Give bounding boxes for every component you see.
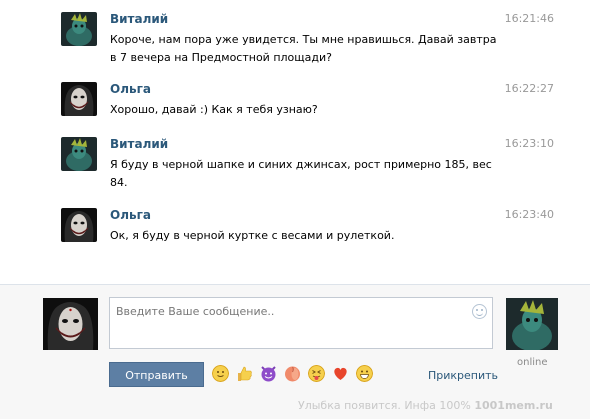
red-heart-icon[interactable] <box>332 365 349 382</box>
attach-link[interactable]: Прикрепить <box>428 369 498 382</box>
avatar[interactable] <box>61 137 97 171</box>
message-line: Ок, я буду в черной куртке с весами и ру… <box>110 229 395 242</box>
message-timestamp: 16:22:27 <box>504 82 554 95</box>
message-text: Я буду в черной шапке и синих джинсах, р… <box>110 156 520 192</box>
message-text: Ок, я буду в черной куртке с весами и ру… <box>110 227 510 245</box>
message-line: Короче, нам пора уже увидется. Ты мне нр… <box>110 33 497 46</box>
slightly-smiling-face-icon[interactable] <box>212 365 229 382</box>
thumbs-up-icon[interactable] <box>236 365 253 382</box>
send-button[interactable]: Отправить <box>109 362 204 387</box>
message-timestamp: 16:21:46 <box>504 12 554 25</box>
message-sender-link[interactable]: Ольга <box>110 82 151 96</box>
message-timestamp: 16:23:40 <box>504 208 554 221</box>
message-item: Ольга 16:23:40 Ок, я буду в черной куртк… <box>61 208 571 248</box>
message-line: Я буду в черной шапке и синих джинсах, р… <box>110 158 492 171</box>
message-sender-link[interactable]: Виталий <box>110 12 168 26</box>
smiling-imp-icon[interactable] <box>260 365 277 382</box>
message-item: Виталий 16:23:10 Я буду в черной шапке и… <box>61 137 571 189</box>
message-input[interactable]: Введите Ваше сообщение.. <box>109 297 493 349</box>
message-item: Ольга 16:22:27 Хорошо, давай :) Как я те… <box>61 82 571 122</box>
avatar[interactable] <box>61 12 97 46</box>
watermark-brand: 1001mem.ru <box>474 399 553 412</box>
message-line: в 7 вечера на Предмостной площади? <box>110 51 332 64</box>
message-line: 84. <box>110 176 128 189</box>
my-avatar[interactable] <box>43 298 98 350</box>
watermark-text: Улыбка появится. Инфа 100% <box>298 399 471 412</box>
grinning-face-icon[interactable] <box>356 365 373 382</box>
message-text: Хорошо, давай :) Как я тебя узнаю? <box>110 101 510 119</box>
squinting-tongue-face-icon[interactable] <box>308 365 325 382</box>
avatar[interactable] <box>61 82 97 116</box>
message-line: Хорошо, давай :) Как я тебя узнаю? <box>110 103 318 116</box>
emoji-picker-icon[interactable] <box>472 304 487 319</box>
message-sender-link[interactable]: Виталий <box>110 137 168 151</box>
peer-avatar[interactable] <box>506 298 558 350</box>
online-status: online <box>517 357 548 368</box>
message-history: Виталий 16:21:46 Короче, нам пора уже ув… <box>0 0 590 284</box>
avatar[interactable] <box>61 208 97 242</box>
message-sender-link[interactable]: Ольга <box>110 208 151 222</box>
message-input-placeholder: Введите Ваше сообщение.. <box>116 305 275 318</box>
message-text: Короче, нам пора уже увидется. Ты мне нр… <box>110 31 520 67</box>
message-item: Виталий 16:21:46 Короче, нам пора уже ув… <box>61 12 571 64</box>
watermark: Улыбка появится. Инфа 100% 1001mem.ru <box>298 399 553 412</box>
peach-icon[interactable] <box>284 365 301 382</box>
message-composer: Введите Ваше сообщение.. online Отправит… <box>0 284 590 419</box>
message-timestamp: 16:23:10 <box>504 137 554 150</box>
